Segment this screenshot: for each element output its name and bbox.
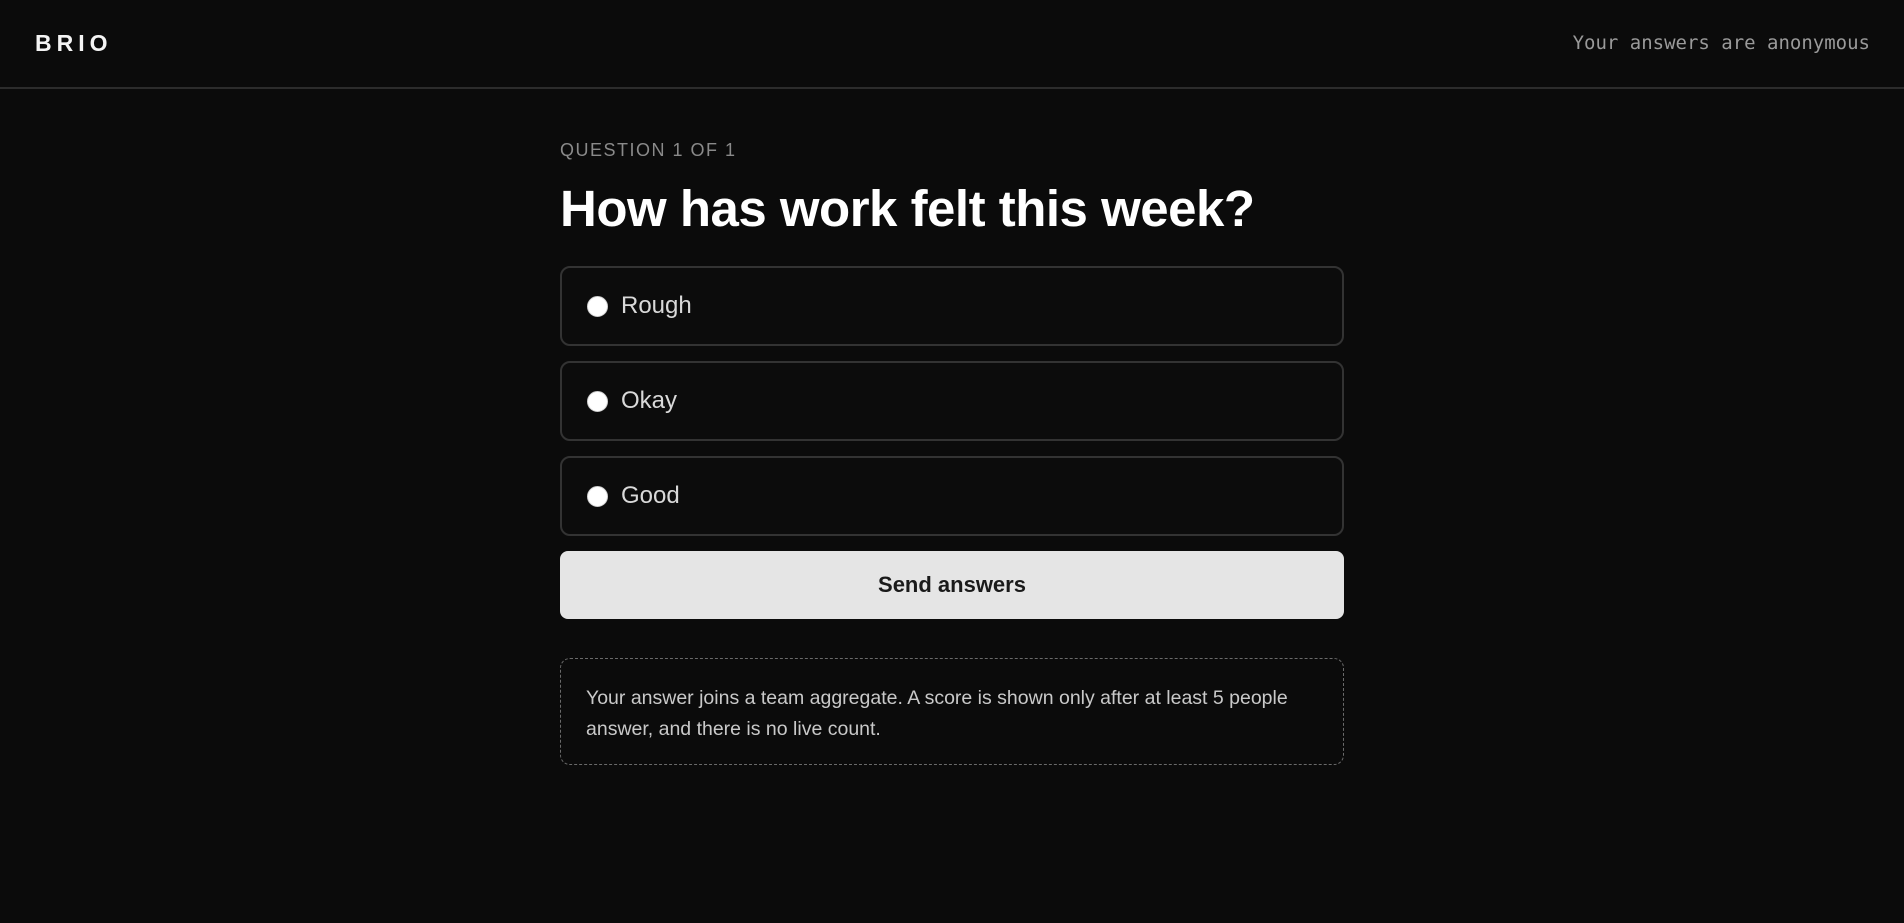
anonymity-note: Your answers are anonymous — [1572, 32, 1870, 54]
brand-logo: BRIO — [35, 30, 113, 56]
option-label: Good — [621, 482, 680, 509]
question-title: How has work felt this week? — [560, 180, 1255, 237]
top-bar: BRIO Your answers are anonymous — [0, 0, 1904, 89]
option-okay[interactable]: Okay — [560, 361, 1344, 441]
radio-button[interactable] — [587, 390, 608, 412]
radio-button[interactable] — [587, 485, 608, 507]
radio-button[interactable] — [587, 295, 608, 317]
privacy-notice: Your answer joins a team aggregate. A sc… — [560, 658, 1344, 765]
option-good[interactable]: Good — [560, 456, 1344, 536]
option-label: Rough — [621, 292, 692, 319]
option-label: Okay — [621, 387, 678, 414]
option-rough[interactable]: Rough — [560, 266, 1344, 346]
question-progress: QUESTION 1 OF 1 — [560, 140, 737, 160]
send-answers-button[interactable]: Send answers — [560, 551, 1344, 619]
answer-options: Rough Okay Good — [560, 266, 1344, 536]
survey-panel: QUESTION 1 OF 1 How has work felt this w… — [560, 138, 1344, 765]
